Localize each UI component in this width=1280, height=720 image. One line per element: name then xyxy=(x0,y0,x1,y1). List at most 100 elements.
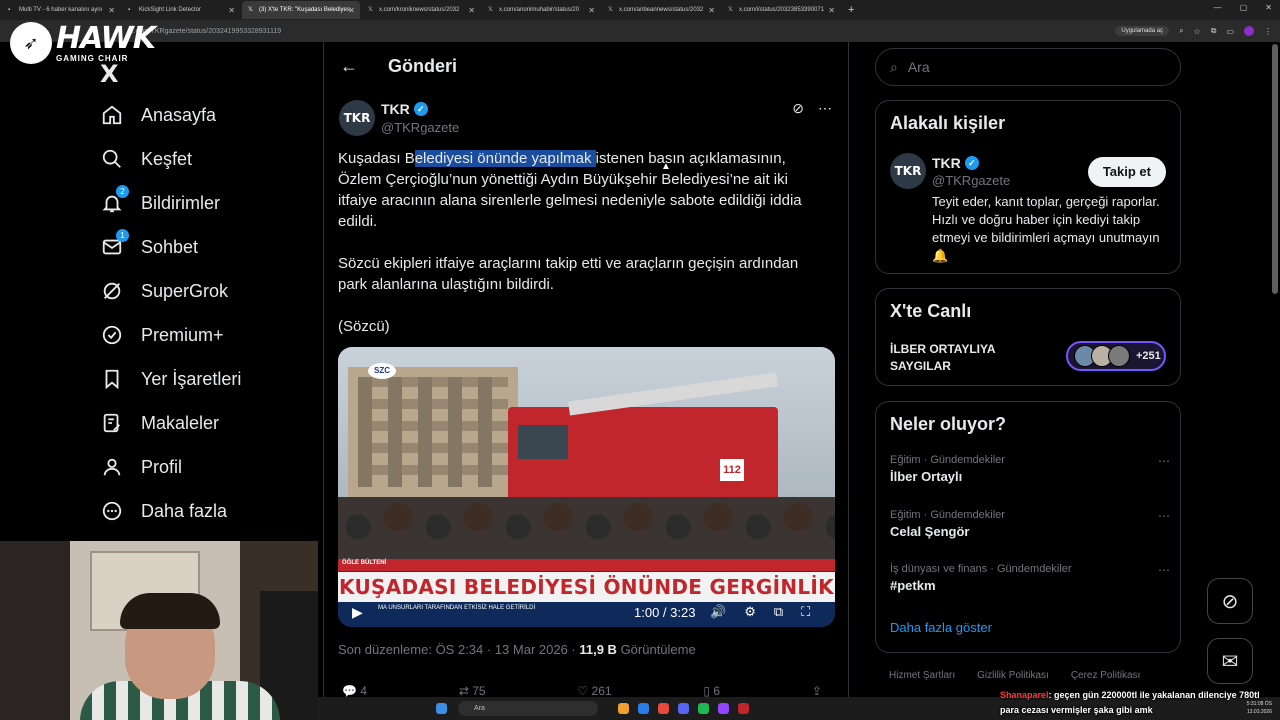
edge-icon[interactable] xyxy=(638,703,649,714)
author-avatar[interactable]: TKR xyxy=(339,100,375,136)
x-logo-icon[interactable]: X xyxy=(100,60,119,88)
browser-tab[interactable]: 𝕏x.com/i/status/20323853390071 ✕ xyxy=(722,1,840,19)
more-options-icon[interactable]: ⋯ xyxy=(1158,563,1170,577)
taskbar-search[interactable]: Ara xyxy=(458,701,598,716)
search-input[interactable]: ⌕ Ara xyxy=(875,48,1181,86)
tab-close-icon[interactable]: ✕ xyxy=(468,6,475,15)
post-text: Kuşadası Belediyesi önünde yapılmak iste… xyxy=(338,148,828,358)
minimize-icon[interactable]: — xyxy=(1214,3,1222,12)
trend-category: Eğitim · Gündemdekiler xyxy=(890,509,1005,521)
live-space-label[interactable]: İLBER ORTAYLIYA SAYGILAR xyxy=(890,341,1040,375)
nav-item-notifications[interactable]: 2 Bildirimler xyxy=(100,185,220,221)
post-column: ← Gönderi TKR TKR ✓ @TKRgazete ⊘ ⋯ Kuşad… xyxy=(323,42,849,720)
play-icon[interactable]: ▶ xyxy=(352,604,363,621)
footer-link[interactable]: Çerez Politikası xyxy=(1071,670,1140,681)
browser-toolbar: Uygulamada aç ⌕ ☆ ⧉ ▭ ⋮ xyxy=(1115,26,1272,36)
file-explorer-icon[interactable] xyxy=(618,703,629,714)
new-tab-icon[interactable]: + xyxy=(848,4,854,16)
post-meta: Son düzenleme: ÖS 2:34 · 13 Mar 2026 · 1… xyxy=(338,642,696,657)
footer-link[interactable]: Gizlilik Politikası xyxy=(977,670,1049,681)
trend-item[interactable]: Eğitim · Gündemdekiler Celal Şengör ⋯ xyxy=(890,509,1170,539)
chrome-icon[interactable] xyxy=(658,703,669,714)
author-handle[interactable]: @TKRgazete xyxy=(381,120,459,135)
live-space-pill[interactable]: +251 xyxy=(1066,341,1166,371)
browser-tab[interactable]: ▪ KickSight Link Detector ✕ xyxy=(122,1,240,19)
close-window-icon[interactable]: ✕ xyxy=(1265,3,1272,12)
browser-tab[interactable]: 𝕏x.com/anonimuhabir/status/20 ✕ xyxy=(482,1,600,19)
related-avatar[interactable]: TKR xyxy=(890,153,926,189)
nav-item-more[interactable]: Daha fazla xyxy=(100,493,227,529)
related-handle[interactable]: @TKRgazete xyxy=(932,173,1010,188)
tab-close-icon[interactable]: ✕ xyxy=(348,6,355,15)
mail-icon: ✉ xyxy=(1221,650,1239,673)
video-player[interactable]: 112 SZC ÖĞLE BÜLTENİ KUŞADASI BELEDİYESİ… xyxy=(338,347,835,627)
menu-icon[interactable]: ⋮ xyxy=(1264,27,1272,36)
bookmark-button[interactable]: ▯ 6 xyxy=(703,684,720,698)
tab-close-icon[interactable]: ✕ xyxy=(588,6,595,15)
pip-icon[interactable]: ⧉ xyxy=(774,604,783,620)
nav-item-chat[interactable]: 1 Sohbet xyxy=(100,229,198,265)
browser-tab[interactable]: 𝕏x.com/kroniknews/status/2032 ✕ xyxy=(362,1,480,19)
spotify-icon[interactable] xyxy=(698,703,709,714)
messages-fab-button[interactable]: ✉ xyxy=(1207,638,1253,684)
post-actions: 💬 4 ⇄ 75 ♡ 261 ▯ 6 ⇪ xyxy=(342,684,822,698)
tab-close-icon[interactable]: ✕ xyxy=(108,6,115,15)
share-icon[interactable]: ⇪ xyxy=(812,684,822,698)
nav-item-articles[interactable]: Makaleler xyxy=(100,405,219,441)
post-paragraph: (Sözcü) xyxy=(338,318,390,335)
extensions-icon[interactable]: ⧉ xyxy=(1211,26,1217,36)
nav-label: Keşfet xyxy=(141,148,193,169)
open-in-app-button[interactable]: Uygulamada aç xyxy=(1115,26,1170,36)
tab-close-icon[interactable]: ✕ xyxy=(228,6,235,15)
volume-icon[interactable]: 🔊 xyxy=(710,604,726,620)
fullscreen-icon[interactable]: ⛶ xyxy=(801,604,810,620)
nav-item-explore[interactable]: Keşfet xyxy=(100,141,192,177)
post-paragraph: Sözcü ekipleri itfaiye araçlarını takip … xyxy=(338,255,799,293)
author-name[interactable]: TKR ✓ xyxy=(381,101,428,117)
trend-item[interactable]: İş dünyası ve finans · Gündemdekiler #pe… xyxy=(890,563,1170,593)
bookmark-icon: ▯ xyxy=(703,684,711,698)
obs-icon[interactable] xyxy=(718,703,729,714)
footer-link[interactable]: Hizmet Şartları xyxy=(889,670,955,681)
tab-label: x.com/i/status/20323853390071 xyxy=(739,7,825,13)
nav-item-bookmarks[interactable]: Yer İşaretleri xyxy=(100,361,241,397)
grok-icon xyxy=(100,279,124,303)
like-button[interactable]: ♡ 261 xyxy=(577,684,611,698)
tab-close-icon[interactable]: ✕ xyxy=(708,6,715,15)
nav-item-supergrok[interactable]: SuperGrok xyxy=(100,273,228,309)
more-options-icon[interactable]: ⋯ xyxy=(1158,454,1170,468)
browser-tab[interactable]: ▪ Multi TV - 6 haber kanalını aynı ✕ xyxy=(2,1,120,19)
bookmark-star-icon[interactable]: ☆ xyxy=(1194,27,1201,36)
repost-button[interactable]: ⇄ 75 xyxy=(459,684,486,698)
back-arrow-icon[interactable]: ← xyxy=(340,56,358,77)
nav-item-profile[interactable]: Profil xyxy=(100,449,182,485)
browser-tab-active[interactable]: 𝕏 (3) X'te TKR: "Kuşadası Belediyes ✕ xyxy=(242,1,360,19)
grok-icon[interactable]: ⊘ xyxy=(792,100,804,117)
show-more-link[interactable]: Daha fazla göster xyxy=(890,620,992,635)
tab-favicon-icon: ▪ xyxy=(8,6,11,13)
nav-item-premium[interactable]: Premium+ xyxy=(100,317,224,353)
start-icon[interactable] xyxy=(436,703,447,714)
more-options-icon[interactable]: ⋯ xyxy=(1158,509,1170,523)
grok-fab-button[interactable]: ⊘ xyxy=(1207,578,1253,624)
discord-icon[interactable] xyxy=(678,703,689,714)
chat-username: Shanaparel xyxy=(1000,690,1049,700)
lower-third-tag: ÖĞLE BÜLTENİ xyxy=(342,560,387,566)
sidebar-icon[interactable]: ▭ xyxy=(1226,27,1234,36)
trend-item[interactable]: Eğitim · Gündemdekiler İlber Ortaylı ⋯ xyxy=(890,454,1170,484)
app-icon[interactable] xyxy=(738,703,749,714)
browser-tab[interactable]: 𝕏x.com/anbeannews/status/2032 ✕ xyxy=(602,1,720,19)
more-options-icon[interactable]: ⋯ xyxy=(818,100,832,117)
settings-gear-icon[interactable]: ⚙ xyxy=(744,604,756,620)
channel-logo: SZC xyxy=(368,363,396,379)
nav-item-home[interactable]: Anasayfa xyxy=(100,97,216,133)
maximize-icon[interactable]: ▢ xyxy=(1240,3,1248,12)
scrollbar[interactable] xyxy=(1272,44,1278,294)
profile-avatar[interactable] xyxy=(1244,26,1254,36)
zoom-icon[interactable]: ⌕ xyxy=(1179,26,1183,36)
reply-button[interactable]: 💬 4 xyxy=(342,684,367,698)
window-controls: — ▢ ✕ xyxy=(1214,3,1272,12)
related-name[interactable]: TKR ✓ xyxy=(932,155,979,171)
follow-button[interactable]: Takip et xyxy=(1087,157,1166,187)
tab-close-icon[interactable]: ✕ xyxy=(828,6,835,15)
